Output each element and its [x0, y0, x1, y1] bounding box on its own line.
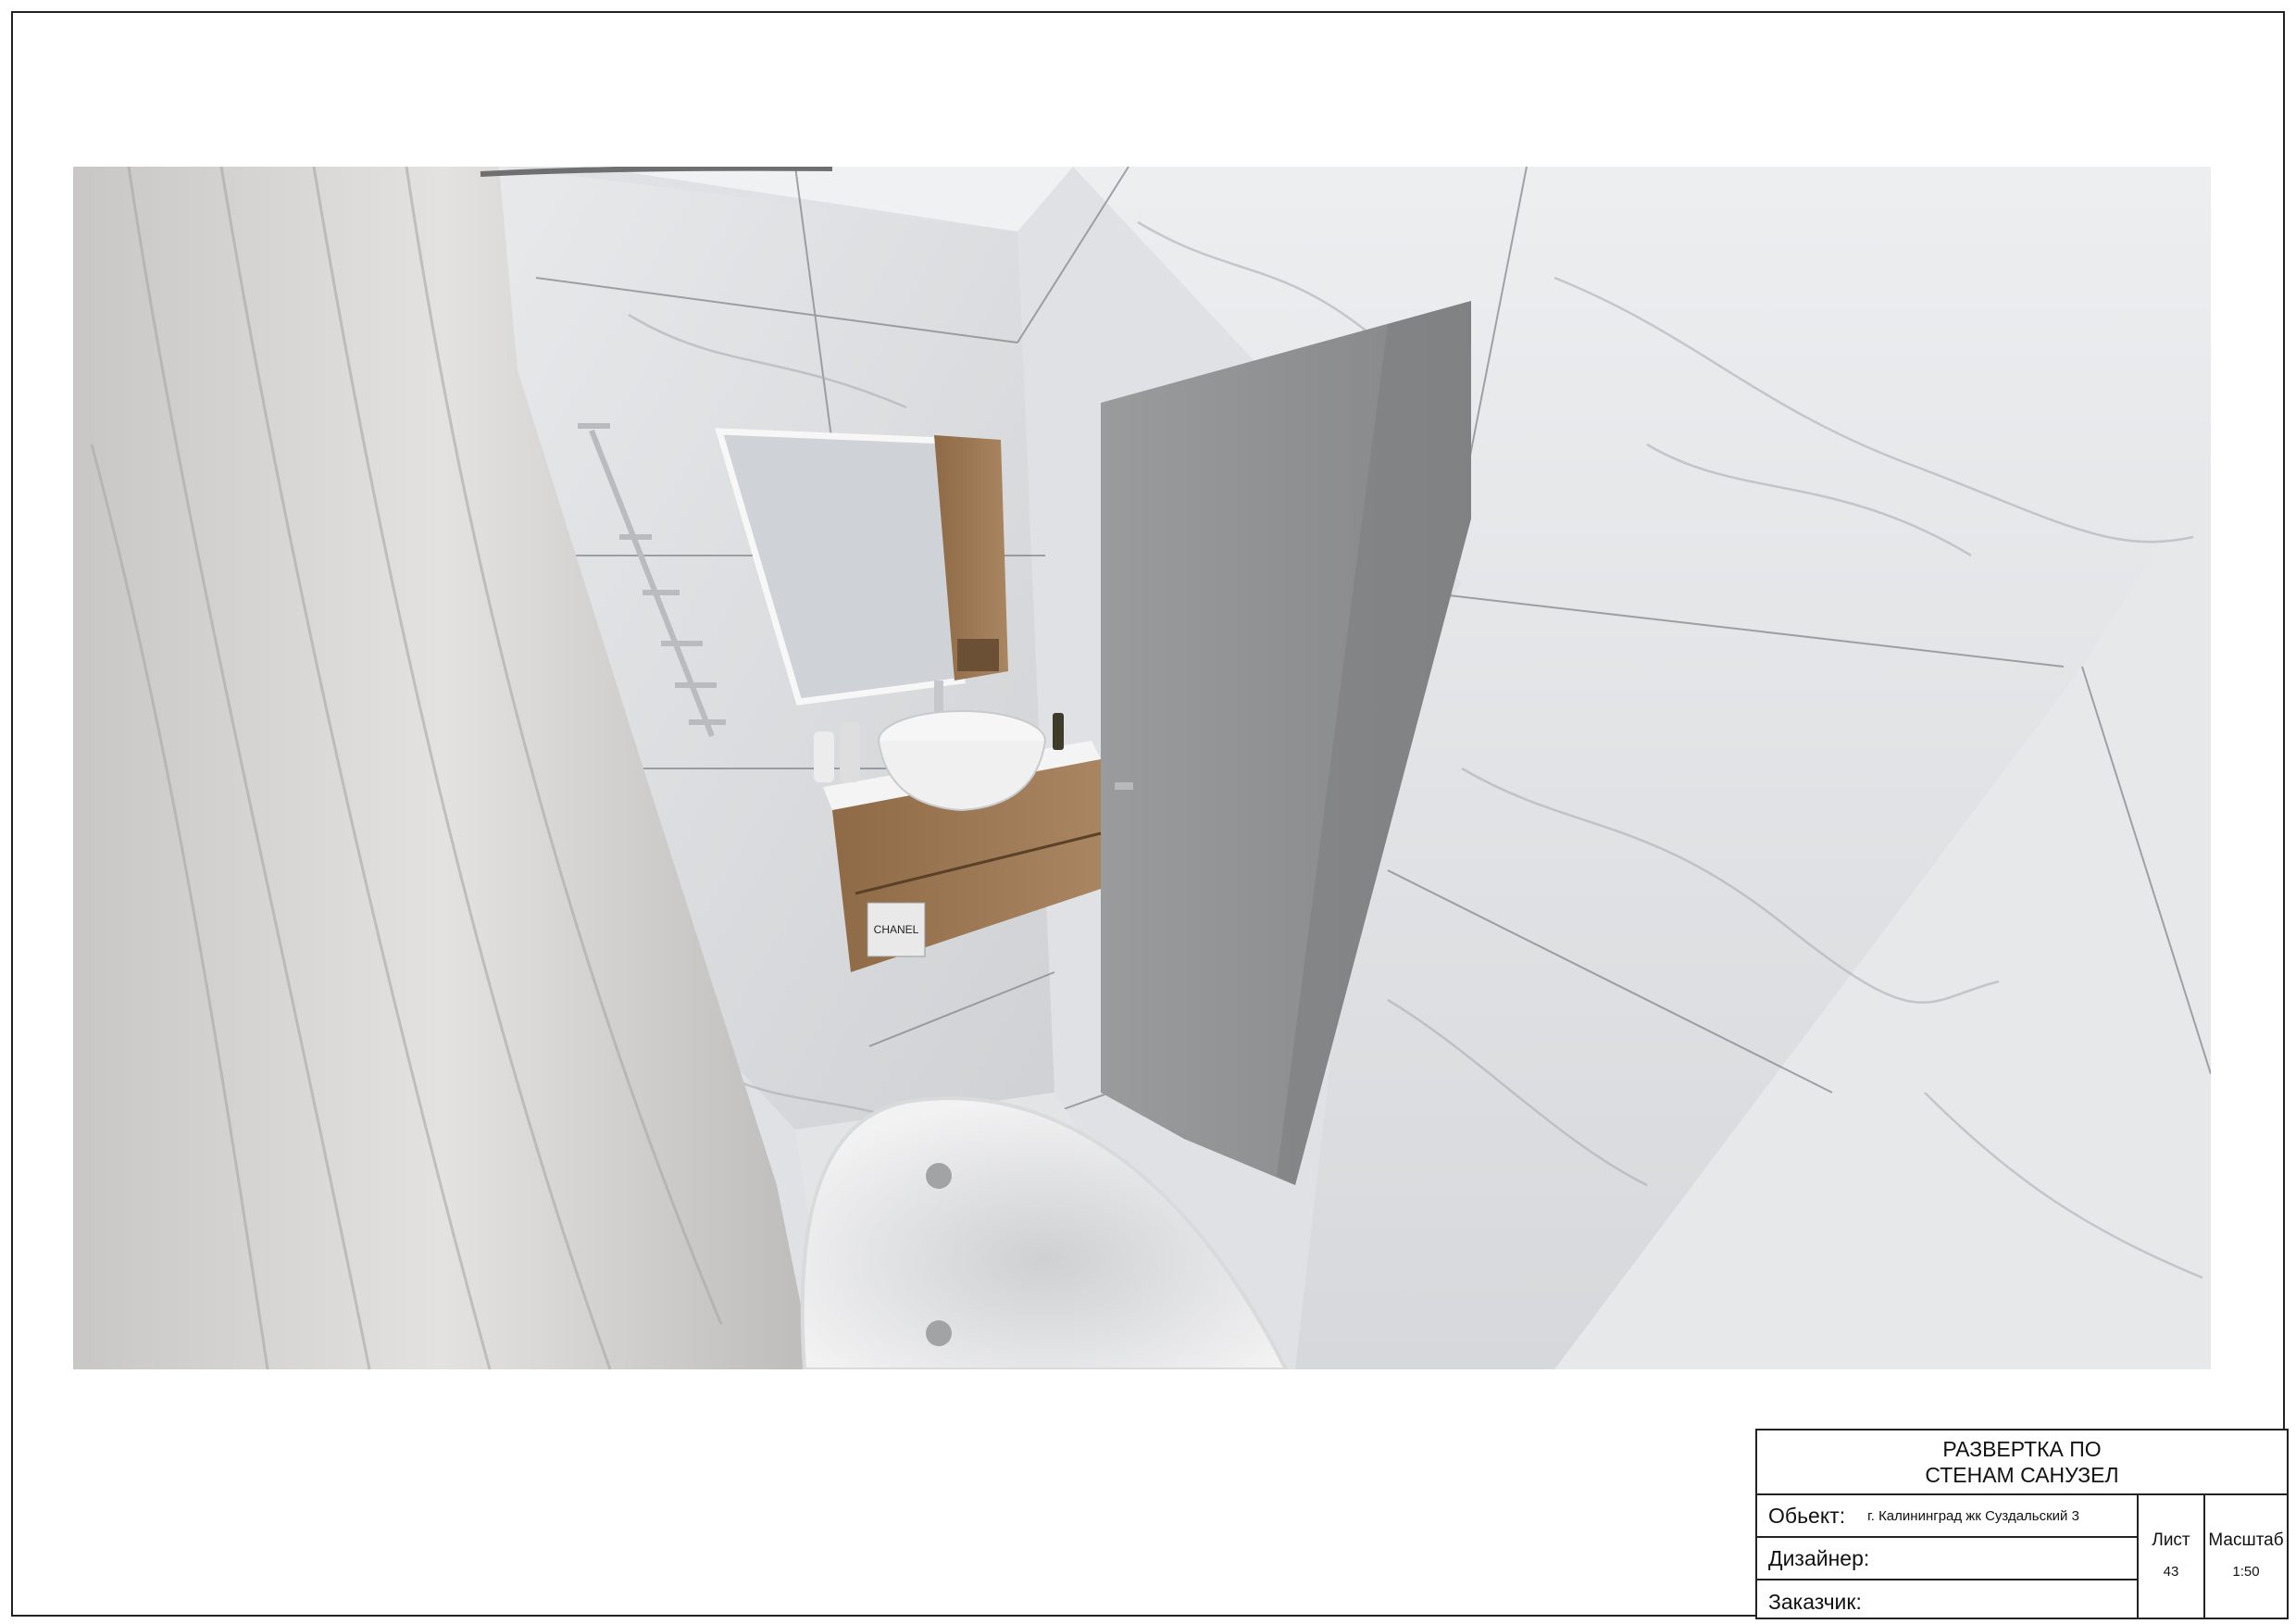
bottle	[1053, 713, 1064, 750]
scale-label: Масштаб	[2208, 1530, 2284, 1550]
title-block: РАЗВЕРТКА ПО СТЕНАМ САНУЗЕЛ Обьект: г. К…	[1755, 1429, 2289, 1619]
scale-cell: Масштаб 1:50	[2205, 1495, 2287, 1618]
designer-label: Дизайнер:	[1768, 1545, 1870, 1570]
title-line-1: РАЗВЕРТКА ПО	[1942, 1437, 2102, 1461]
client-label: Заказчик:	[1768, 1589, 1862, 1614]
bottle	[840, 722, 860, 782]
sheet-number-cell: Лист 43	[2137, 1495, 2205, 1618]
render-illustration: CHANEL	[73, 167, 2211, 1369]
bathroom-render: CHANEL	[73, 167, 2211, 1369]
object-row: Обьект: г. Калининград жк Суздальский 3	[1757, 1495, 2137, 1538]
drawing-title: РАЗВЕРТКА ПО СТЕНАМ САНУЗЕЛ	[1757, 1430, 2287, 1495]
designer-row: Дизайнер:	[1757, 1538, 2137, 1580]
door-handle	[1115, 782, 1133, 790]
title-line-2: СТЕНАМ САНУЗЕЛ	[1925, 1463, 2119, 1487]
object-value: г. Калининград жк Суздальский 3	[1867, 1507, 2079, 1524]
bottle	[814, 731, 834, 782]
tub-jet	[926, 1320, 952, 1346]
client-row: Заказчик:	[1757, 1580, 2137, 1623]
tub-jet	[926, 1163, 952, 1189]
sheet-label: Лист	[2152, 1530, 2190, 1550]
sheet-value: 43	[2163, 1564, 2179, 1580]
cabinet-niche	[957, 639, 999, 671]
object-label: Обьект:	[1768, 1503, 1846, 1528]
chanel-label: CHANEL	[874, 923, 919, 936]
scale-value: 1:50	[2232, 1564, 2260, 1580]
